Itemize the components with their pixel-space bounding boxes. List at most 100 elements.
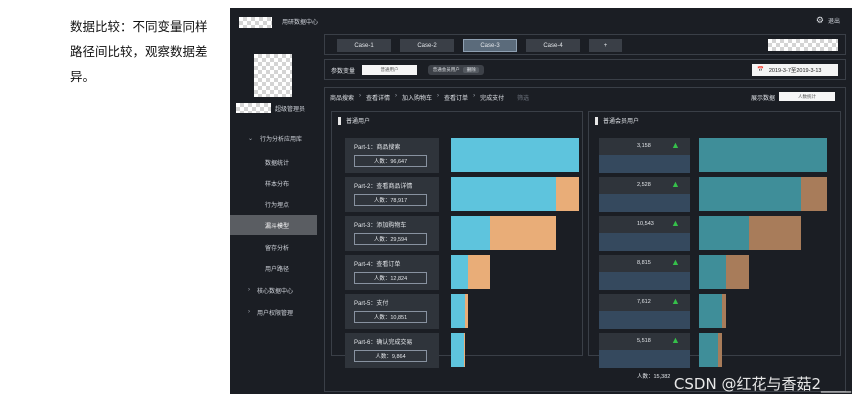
compare-chip[interactable]: 普通会员用户 删除 (428, 65, 484, 75)
path-step[interactable]: 商品搜索 (330, 93, 354, 102)
sidebar-item[interactable]: 数据统计 (230, 152, 317, 172)
member-step-card: 2,528 ▲ 人数：81,445 (599, 177, 690, 224)
chip-delete-button[interactable]: 删除 (463, 67, 480, 73)
main-area: Case-1 Case-2 Case-3 Case-4 + 参数变量 普通用户 普通会员… (317, 34, 852, 394)
display-select[interactable]: 人数统计 (779, 92, 835, 101)
sidebar-item-label: 用户权限管理 (257, 310, 294, 317)
tab-case[interactable]: Case-3 (463, 39, 517, 52)
path-step[interactable]: 查看订单 (444, 93, 468, 102)
funnel-bar-dropoff (749, 216, 802, 250)
step-value: 8,815 (637, 260, 651, 266)
funnel-bar-remaining (451, 255, 468, 289)
panel-title-text: 普通用户 (346, 119, 371, 125)
member-step-header: 7,612 ▲ (599, 294, 690, 311)
member-step-card: 8,815 ▲ 人数：21,639 (599, 255, 690, 302)
funnel-step-card: Part-2：查看商品详情人数：78,917 (345, 177, 439, 212)
user-type-select[interactable]: 普通用户 (362, 65, 417, 75)
path-step[interactable]: 完成支付 (480, 93, 504, 102)
step-name: Part-3：添加购物车 (354, 223, 407, 229)
member-step-header: 10,543 ▲ (599, 216, 690, 233)
sidebar-item[interactable]: 用户路径 (230, 258, 317, 278)
step-user-count: 人数：9,864 (354, 350, 427, 362)
sidebar-item-label: 漏斗模型 (265, 223, 290, 230)
step-user-count: 人数：10,851 (354, 311, 427, 323)
funnel-bar-remaining (699, 333, 719, 367)
title-marker (338, 116, 341, 125)
user-name: 超级管理员 (275, 106, 306, 113)
annotation-note: 数据比较：不同变量同样 路径间比较，观察数据差 异。 (70, 19, 208, 84)
add-tab-button[interactable]: + (589, 39, 622, 52)
exit-button[interactable]: ⚙ 退出 (816, 16, 840, 26)
path-step[interactable]: 加入购物车 (402, 93, 432, 102)
tab-case[interactable]: Case-2 (400, 39, 454, 52)
panel-title: 普通用户 (338, 116, 370, 125)
step-user-count: 人数：15,382 (637, 374, 671, 380)
funnel-bar-remaining (451, 333, 465, 367)
sidebar-item-label: 样本分布 (265, 181, 290, 188)
calendar-icon: 📅 (757, 67, 764, 73)
sidebar-item[interactable]: 行为埋点 (230, 194, 317, 214)
params-bar: 参数变量 普通用户 普通会员用户 删除 📅 2019-3-7至2019-3-13 (324, 59, 846, 80)
panel-title: 普通会员用户 (595, 116, 639, 125)
sidebar-item[interactable]: 样本分布 (230, 173, 317, 193)
up-arrow-icon: ▲ (671, 296, 680, 306)
tab-case[interactable]: Case-1 (337, 39, 391, 52)
funnel-bar-dropoff (801, 177, 827, 211)
case-tabs-bar: Case-1 Case-2 Case-3 Case-4 + (324, 34, 846, 55)
path-step[interactable]: 查看详情 (366, 93, 390, 102)
sidebar-item[interactable]: 漏斗模型 (230, 215, 317, 235)
funnel-bar-remaining (699, 138, 827, 172)
member-step-card: 3,158 ▲ 人数：101,805 (599, 138, 690, 185)
funnel-bar-dropoff (465, 294, 468, 328)
member-step-header: 3,158 ▲ (599, 138, 690, 155)
chevron-right-icon: › (473, 93, 476, 99)
funnel-step-card: Part-4：查看订单 人数：12,824 (345, 255, 439, 290)
step-user-count: 人数：78,917 (354, 194, 427, 206)
tab-case[interactable]: Case-4 (526, 39, 580, 52)
chevron-right-icon: › (359, 93, 362, 99)
gear-icon[interactable]: ⚙ (816, 16, 824, 25)
member-step-card: 10,543 ▲ 人数：40,137 (599, 216, 690, 263)
up-arrow-icon: ▲ (671, 218, 680, 228)
sidebar-item[interactable]: › 用户权限管理 (230, 302, 317, 322)
sidebar-item[interactable]: 留存分析 (230, 237, 317, 257)
sidebar-item[interactable]: ⌄ 行为分析应用库 (230, 128, 317, 148)
sidebar-item-label: 行为埋点 (265, 202, 290, 209)
funnel-step-card: Part-1：商品搜索人数：96,647 (345, 138, 439, 173)
step-name: Part-6：确认完成交易 (354, 340, 413, 346)
funnel-bar-remaining (451, 138, 579, 172)
up-arrow-icon: ▲ (671, 257, 680, 267)
panel-normal-users: 普通用户 Part-1：商品搜索 人数：96,647 Part-2：查看商品详情 人数… (331, 111, 583, 368)
chevron-right-icon: › (437, 93, 440, 99)
member-step-footer: 人数：21,639 (599, 272, 690, 302)
funnel-content: 商品搜索 › 查看详情 › 加入购物车 › 查看订单 › 完成支付 筛选 展示数据 人数统计 普通… (324, 87, 846, 392)
member-step-footer: 人数：40,137 (599, 233, 690, 263)
funnel-bar-remaining (699, 216, 750, 250)
step-user-count: 人数：29,594 (354, 233, 427, 245)
chevron-right-icon: › (248, 287, 250, 293)
step-user-count: 人数：96,647 (354, 155, 427, 167)
watermark: CSDN @红花与香菇2____ (673, 375, 851, 393)
params-label: 参数变量 (331, 69, 356, 75)
member-step-footer: 人数：18,463 (599, 311, 690, 341)
display-label: 展示数据 (750, 96, 775, 102)
panel-title-text: 普通会员用户 (603, 119, 640, 125)
member-step-footer: 人数：101,805 (599, 155, 690, 185)
sidebar-item[interactable]: › 核心数据中心 (230, 280, 317, 300)
date-range-picker[interactable]: 📅 2019-3-7至2019-3-13 (752, 64, 838, 76)
logo-placeholder (239, 17, 272, 28)
up-arrow-icon: ▲ (671, 335, 680, 345)
step-name: Part-1：商品搜索 (354, 145, 401, 151)
filter-link[interactable]: 筛选 (517, 93, 529, 102)
funnel-bar-dropoff (718, 333, 723, 367)
app-window: 用研数据中心 ⚙ 退出 超级管理员 ⌄ 行为分析应用库 数据统计样本分布行为埋点漏斗… (230, 8, 852, 394)
title-marker (595, 116, 598, 125)
member-step-card: 5,518 ▲ 人数：15,382 (599, 333, 690, 380)
step-name: Part-5：支付 (354, 301, 389, 307)
funnel-bar-dropoff (726, 255, 750, 289)
member-step-header: 2,528 ▲ (599, 177, 690, 194)
step-name: Part-2：查看商品详情 (354, 184, 413, 190)
app-title: 用研数据中心 (282, 20, 319, 26)
date-range-text: 2019-3-7至2019-3-13 (768, 68, 822, 74)
step-value: 5,518 (637, 338, 651, 344)
